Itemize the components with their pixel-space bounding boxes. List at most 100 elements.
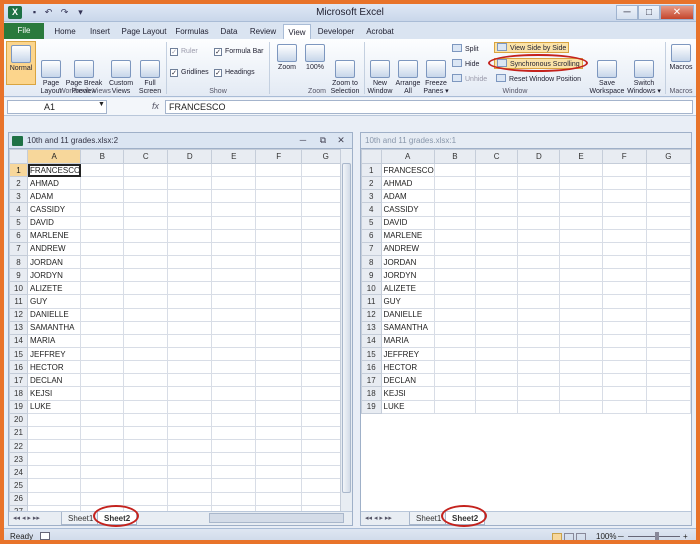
cell[interactable] [601, 346, 647, 362]
cell[interactable] [475, 176, 519, 191]
cell[interactable] [255, 373, 303, 388]
cell[interactable]: JORDAN [380, 254, 435, 270]
row-header[interactable]: 15 [9, 346, 28, 362]
cell[interactable] [475, 268, 519, 283]
cell[interactable] [645, 202, 692, 217]
cell[interactable] [123, 399, 169, 414]
cell[interactable] [645, 373, 692, 388]
cell[interactable] [123, 268, 169, 283]
row-header[interactable]: 25 [9, 478, 28, 493]
cell[interactable] [255, 491, 303, 506]
cell[interactable] [211, 202, 257, 217]
cell[interactable] [559, 268, 603, 283]
cell[interactable] [255, 438, 303, 454]
cell[interactable]: LUKE [26, 399, 82, 414]
cell[interactable] [123, 333, 169, 348]
cell[interactable] [123, 294, 169, 309]
row-header[interactable]: 1 [361, 162, 382, 178]
row-header[interactable]: 14 [9, 333, 28, 348]
cell[interactable] [80, 333, 125, 348]
cell[interactable] [433, 202, 477, 217]
cell[interactable] [123, 373, 169, 388]
hide-button[interactable]: Hide [452, 59, 479, 70]
cell[interactable] [167, 176, 213, 191]
zoom-slider[interactable] [628, 536, 680, 537]
row-header[interactable]: 16 [9, 360, 28, 375]
reset-window-position-button[interactable]: Reset Window Position [494, 74, 583, 85]
cell[interactable] [167, 412, 213, 427]
cell[interactable] [211, 360, 257, 375]
cell[interactable] [559, 320, 603, 335]
cell[interactable]: DANIELLE [26, 307, 82, 322]
zoom-100-button[interactable]: 100% [302, 44, 328, 72]
row-header[interactable]: 8 [9, 254, 28, 270]
cell[interactable] [645, 189, 692, 204]
cell[interactable] [475, 162, 519, 178]
cell[interactable] [123, 320, 169, 335]
cell[interactable] [123, 386, 169, 401]
cell[interactable]: LUKE [380, 399, 435, 414]
cell[interactable] [26, 412, 82, 427]
cell[interactable] [517, 268, 561, 283]
cell[interactable] [559, 202, 603, 217]
cell[interactable] [167, 438, 213, 454]
cell[interactable] [123, 412, 169, 427]
cell[interactable] [601, 373, 647, 388]
row-header[interactable]: 11 [9, 294, 28, 309]
cell[interactable] [211, 307, 257, 322]
zoom-button[interactable]: Zoom [274, 44, 300, 72]
cell[interactable] [433, 189, 477, 204]
cell[interactable] [255, 202, 303, 217]
cell[interactable] [211, 491, 257, 506]
cell[interactable] [167, 189, 213, 204]
row-header[interactable]: 3 [9, 189, 28, 204]
row-header[interactable]: 10 [9, 281, 28, 296]
cell[interactable] [645, 333, 692, 348]
cell[interactable] [601, 202, 647, 217]
cell[interactable] [80, 491, 125, 506]
cell[interactable] [26, 425, 82, 440]
cell[interactable] [601, 281, 647, 296]
row-header[interactable]: 12 [9, 307, 28, 322]
row-header[interactable]: 24 [9, 465, 28, 480]
cell[interactable] [645, 399, 692, 414]
cell[interactable] [645, 281, 692, 296]
tab-data[interactable]: Data [216, 24, 242, 39]
cell[interactable] [517, 346, 561, 362]
cell[interactable] [167, 202, 213, 217]
cell[interactable] [433, 346, 477, 362]
row-header[interactable]: 2 [361, 176, 382, 191]
cell[interactable]: ALIZETE [380, 281, 435, 296]
row-header[interactable]: 20 [9, 412, 28, 427]
cell[interactable] [211, 478, 257, 493]
cell[interactable] [123, 438, 169, 454]
row-header[interactable]: 21 [9, 425, 28, 440]
cell[interactable]: JEFFREY [380, 346, 435, 362]
spreadsheet-grid-right[interactable]: A B C D E F G 1 FRANCESCO 2 AHMAD 3 ADAM 4 CASSIDY 5 DAV… [361, 149, 692, 414]
row-header[interactable]: 2 [9, 176, 28, 191]
row-header[interactable]: 18 [361, 386, 382, 401]
cell[interactable] [601, 215, 647, 230]
cell[interactable] [255, 346, 303, 362]
column-header[interactable]: C [475, 149, 519, 164]
cell[interactable] [80, 228, 125, 243]
cell[interactable]: JEFFREY [26, 346, 82, 362]
cell[interactable] [211, 333, 257, 348]
row-header[interactable]: 10 [361, 281, 382, 296]
cell[interactable] [211, 386, 257, 401]
cell[interactable] [559, 333, 603, 348]
tab-acrobat[interactable]: Acrobat [362, 24, 398, 39]
cell[interactable]: AHMAD [26, 176, 82, 191]
cell[interactable]: ANDREW [380, 241, 435, 256]
cell[interactable] [80, 386, 125, 401]
cell[interactable] [559, 254, 603, 270]
cell[interactable] [211, 162, 257, 178]
column-header[interactable]: E [559, 149, 603, 164]
row-header[interactable]: 3 [361, 189, 382, 204]
cell[interactable] [433, 294, 477, 309]
cell[interactable] [255, 452, 303, 467]
cell[interactable] [475, 320, 519, 335]
cell[interactable] [80, 373, 125, 388]
cell[interactable] [475, 360, 519, 375]
cell[interactable] [80, 412, 125, 427]
